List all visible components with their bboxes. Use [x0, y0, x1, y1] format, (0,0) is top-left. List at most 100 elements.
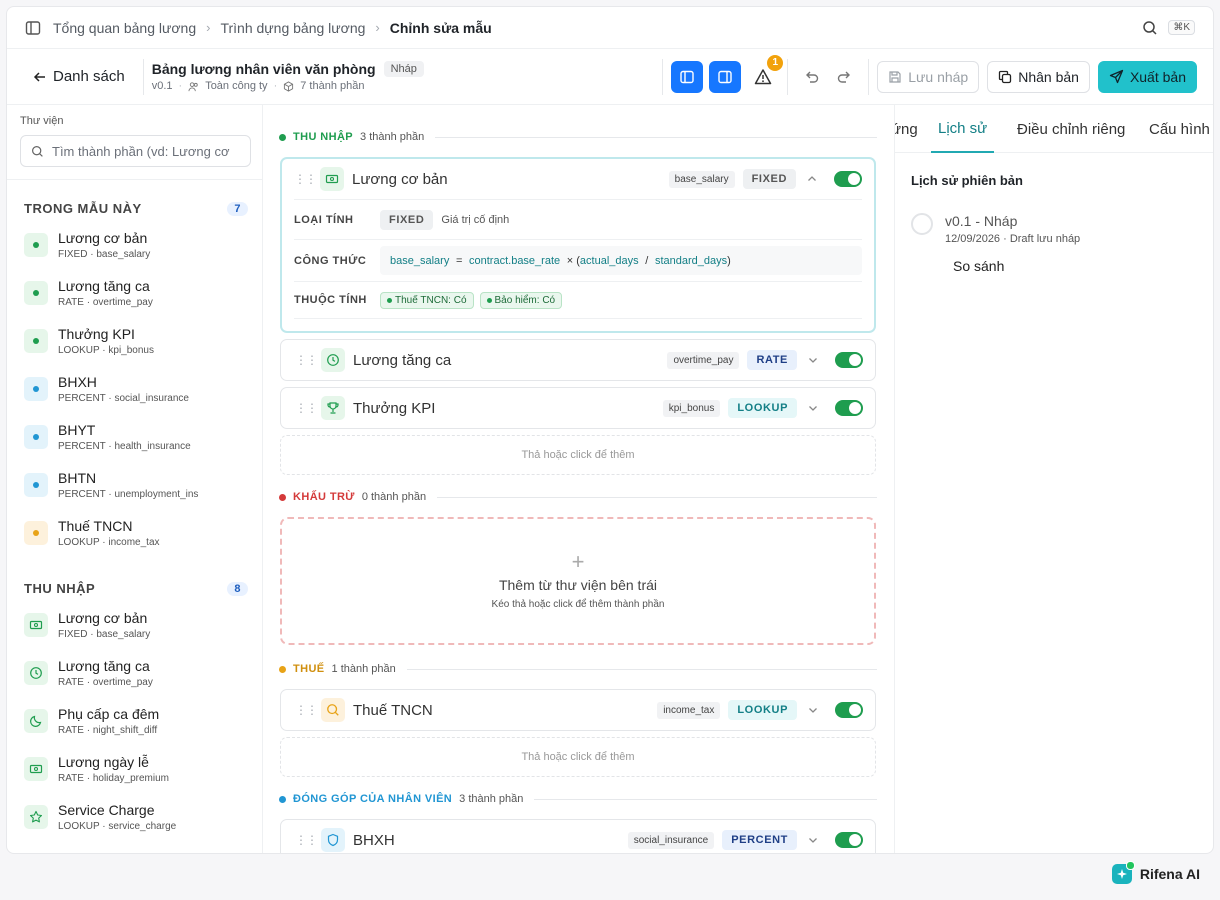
- component-card[interactable]: ⋮⋮ Lương tăng ca overtime_pay RATE: [280, 339, 876, 381]
- drag-handle-icon[interactable]: ⋮⋮: [295, 833, 321, 847]
- library-search-input[interactable]: Tìm thành phần (vd: Lương cơ: [20, 135, 251, 167]
- chevron-down-icon[interactable]: [807, 834, 825, 846]
- cash-icon: [320, 167, 344, 191]
- tab-settings[interactable]: Cấu hình: [1149, 105, 1210, 153]
- brand-name: Rifena AI: [1139, 866, 1200, 882]
- section-count-badge: 8: [227, 581, 248, 596]
- empty-drop-zone[interactable]: + Thêm từ thư viện bên trái Kéo thả hoặc…: [280, 517, 876, 645]
- component-name: BHXH: [353, 831, 395, 849]
- publish-button[interactable]: Xuất bản: [1097, 60, 1197, 93]
- breadcrumb: Tổng quan bảng lương › Trình dựng bảng l…: [53, 20, 492, 36]
- chevron-down-icon[interactable]: [807, 402, 825, 414]
- formula-operator: ): [727, 255, 731, 267]
- enable-toggle[interactable]: [835, 400, 863, 416]
- library-item[interactable]: Service Charge LOOKUP · service_charge: [24, 797, 254, 837]
- library-item[interactable]: Thuế TNCN LOOKUP · income_tax: [24, 513, 254, 553]
- item-name: BHXH: [58, 374, 97, 390]
- duplicate-button[interactable]: Nhân bản: [987, 60, 1090, 93]
- drag-handle-icon[interactable]: ⋮⋮: [295, 353, 321, 367]
- drop-zone[interactable]: Thả hoặc click để thêm: [280, 435, 876, 475]
- group-name: THUẾ: [293, 663, 325, 675]
- right-tabs: ứng Lịch sử Điều chỉnh riêng Cấu hình: [895, 105, 1213, 153]
- chevron-down-icon[interactable]: [807, 354, 825, 366]
- version-radio[interactable]: [911, 213, 933, 235]
- library-item[interactable]: Lương tăng ca RATE · overtime_pay: [24, 273, 254, 313]
- chevron-up-icon[interactable]: [806, 173, 824, 185]
- component-card[interactable]: ⋮⋮ BHXH social_insurance PERCENT: [280, 819, 876, 853]
- library-item[interactable]: Lương cơ bản FIXED · base_salary: [24, 605, 254, 645]
- undo-button[interactable]: [796, 61, 828, 93]
- library-item[interactable]: Thưởng KPI LOOKUP · kpi_bonus: [24, 321, 254, 361]
- back-button[interactable]: Danh sách: [33, 68, 125, 85]
- divider: [868, 58, 870, 95]
- drop-zone[interactable]: Thả hoặc click để thêm: [280, 737, 876, 777]
- version-entry[interactable]: v0.1 - Nháp 12/09/2026 · Draft lưu nháp: [911, 213, 1080, 245]
- component-card[interactable]: ⋮⋮ Thuế TNCN income_tax LOOKUP: [280, 689, 876, 731]
- copy-icon: [998, 70, 1012, 84]
- app-window: Tổng quan bảng lương › Trình dựng bảng l…: [6, 6, 1214, 854]
- tab-custom-adjust[interactable]: Điều chỉnh riêng: [1017, 105, 1125, 153]
- component-key: overtime_pay: [667, 351, 740, 369]
- duplicate-label: Nhân bản: [1018, 68, 1079, 85]
- compare-button[interactable]: So sánh: [953, 258, 1004, 274]
- undo-icon: [804, 69, 820, 85]
- template-info: Bảng lương nhân viên văn phòng Nháp v0.1…: [152, 61, 424, 92]
- section-title: THU NHẬP: [24, 581, 96, 596]
- library-item[interactable]: Lương ngày lễ RATE · holiday_premium: [24, 749, 254, 789]
- item-sub: LOOKUP · income_tax: [58, 537, 160, 548]
- breadcrumb-item[interactable]: Trình dựng bảng lương: [220, 20, 365, 36]
- history-title: Lịch sử phiên bản: [911, 173, 1023, 188]
- toggle-right-panel-button[interactable]: [709, 60, 742, 93]
- enable-toggle[interactable]: [835, 352, 863, 368]
- component-card[interactable]: ⋮⋮ Thưởng KPI kpi_bonus LOOKUP: [280, 387, 876, 429]
- item-name: Service Charge: [58, 802, 155, 818]
- enable-toggle[interactable]: [835, 702, 863, 718]
- divider: [7, 179, 263, 180]
- library-item[interactable]: Lương cơ bản FIXED · base_salary: [24, 225, 254, 265]
- breadcrumb-item[interactable]: Tổng quan bảng lương: [53, 20, 196, 36]
- component-type-badge: FIXED: [742, 169, 796, 189]
- component-type-badge: PERCENT: [722, 830, 797, 850]
- drag-handle-icon[interactable]: ⋮⋮: [294, 172, 320, 186]
- warnings-button[interactable]: 1: [747, 54, 784, 93]
- save-draft-button[interactable]: Lưu nháp: [877, 60, 980, 93]
- enable-toggle[interactable]: [835, 832, 863, 848]
- tab-partial[interactable]: ứng: [895, 105, 918, 153]
- item-sub: FIXED · base_salary: [58, 629, 151, 640]
- formula-operator: =: [455, 255, 463, 267]
- library-item[interactable]: BHXH PERCENT · social_insurance: [24, 369, 254, 409]
- redo-button[interactable]: [828, 61, 860, 93]
- toggle-left-panel-button[interactable]: [671, 60, 704, 93]
- cube-icon: [283, 80, 294, 92]
- search-icon[interactable]: [1142, 20, 1158, 36]
- item-sub: LOOKUP · kpi_bonus: [58, 345, 154, 356]
- component-card-expanded[interactable]: ⋮⋮ Lương cơ bản base_salary FIXED LOẠI T…: [280, 157, 876, 333]
- library-item[interactable]: Lương tăng ca RATE · overtime_pay: [24, 653, 254, 693]
- component-details: LOẠI TÍNH FIXED Giá trị cố định CÔNG THỨ…: [282, 199, 874, 319]
- brand-badge[interactable]: Rifena AI: [1111, 861, 1200, 884]
- search-icon: [321, 698, 345, 722]
- group-count: 0 thành phần: [361, 491, 427, 503]
- library-item[interactable]: BHTN PERCENT · unemployment_ins: [24, 465, 254, 505]
- template-title: Bảng lương nhân viên văn phòng: [151, 61, 376, 77]
- component-key: base_salary: [668, 170, 735, 188]
- drag-handle-icon[interactable]: ⋮⋮: [295, 703, 321, 717]
- library-item[interactable]: BHYT PERCENT · health_insurance: [24, 417, 254, 457]
- library-item[interactable]: Phụ cấp ca đêm RATE · night_shift_diff: [24, 701, 254, 741]
- chevron-down-icon[interactable]: [807, 704, 825, 716]
- sidebar-toggle-icon[interactable]: [25, 20, 41, 36]
- group-count: 3 thành phần: [360, 131, 425, 143]
- item-sub: PERCENT · health_insurance: [58, 441, 191, 452]
- users-icon: [188, 81, 199, 92]
- divider: [662, 58, 664, 95]
- drag-handle-icon[interactable]: ⋮⋮: [295, 401, 321, 415]
- divider: [142, 58, 144, 95]
- arrow-left-icon: [33, 70, 47, 84]
- plus-icon: +: [571, 548, 585, 574]
- empty-title: Thêm từ thư viện bên trái: [498, 576, 658, 593]
- tab-history[interactable]: Lịch sử: [931, 105, 995, 153]
- detail-label: CÔNG THỨC: [294, 254, 367, 267]
- formula-box[interactable]: base_salary = contract.base_rate × (actu…: [380, 246, 862, 275]
- enable-toggle[interactable]: [834, 171, 862, 187]
- empty-subtitle: Kéo thả hoặc click để thêm thành phần: [491, 598, 665, 610]
